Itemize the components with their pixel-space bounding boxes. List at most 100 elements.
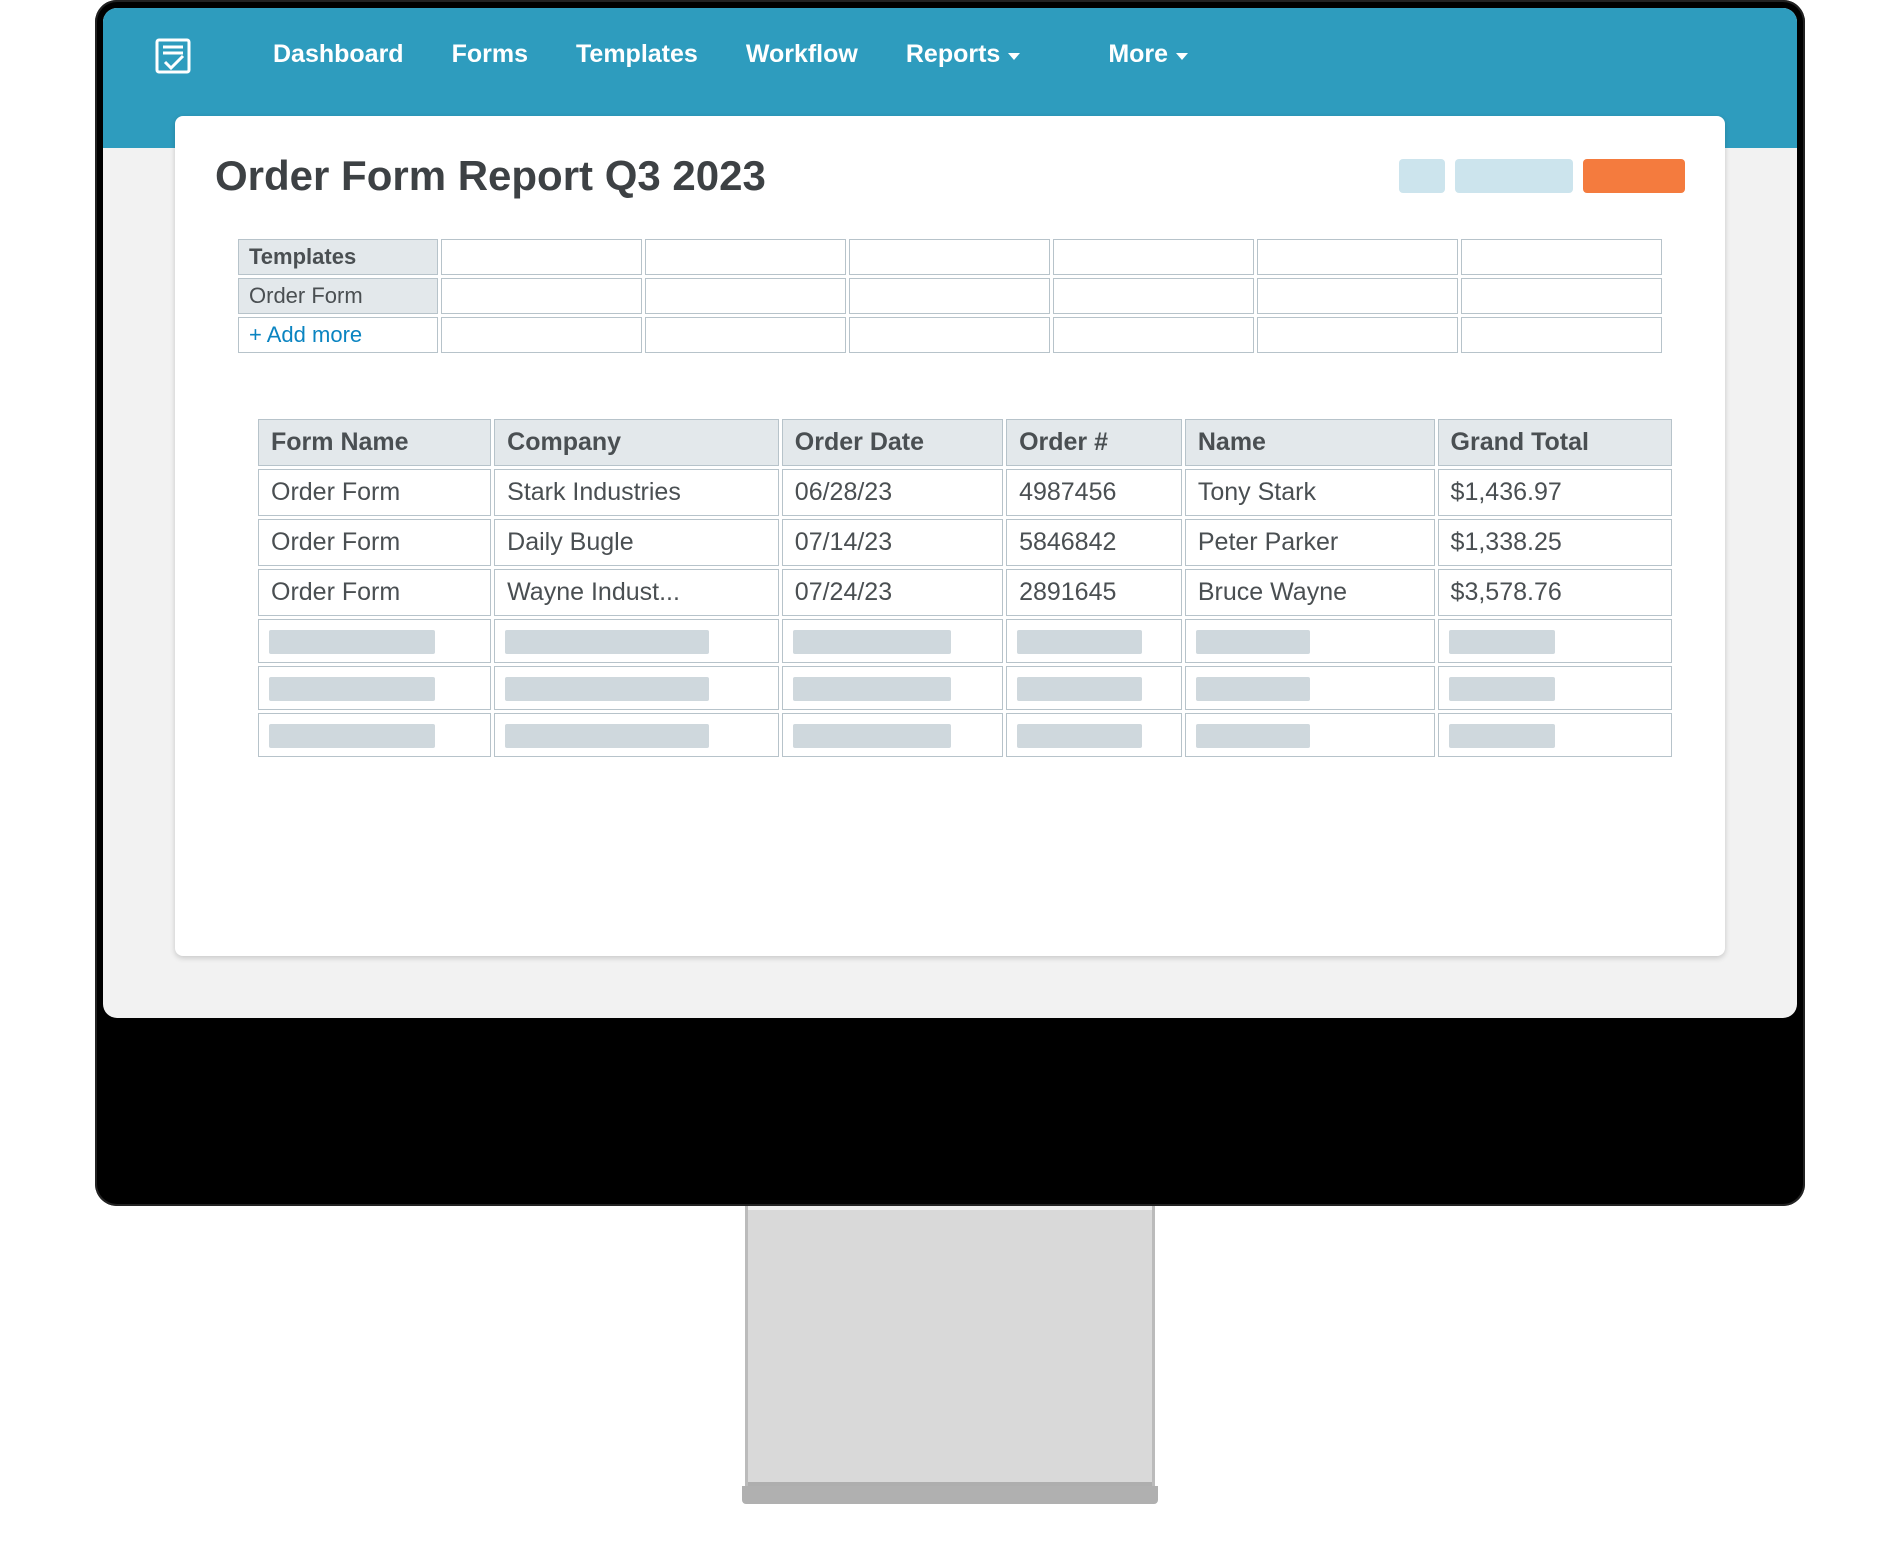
cell-order: 4987456 (1006, 469, 1182, 516)
table-row-placeholder (258, 619, 1672, 663)
table-row[interactable]: Order Form Daily Bugle 07/14/23 5846842 … (258, 519, 1672, 566)
nav-label: More (1108, 40, 1168, 69)
screen: Dashboard Forms Templates Workflow Repor… (103, 8, 1797, 1018)
col-company[interactable]: Company (494, 419, 779, 466)
placeholder-cell (258, 666, 491, 710)
templates-row: Order Form (238, 278, 1662, 314)
empty-cell (441, 239, 642, 275)
cell-date: 07/14/23 (782, 519, 1003, 566)
placeholder-cell (1185, 619, 1435, 663)
col-form-name[interactable]: Form Name (258, 419, 491, 466)
add-more-link[interactable]: + Add more (238, 317, 438, 353)
cell-total: $1,338.25 (1438, 519, 1672, 566)
template-name-cell[interactable]: Order Form (238, 278, 438, 314)
empty-cell (645, 278, 846, 314)
nav-label: Templates (576, 40, 698, 69)
col-grand-total[interactable]: Grand Total (1438, 419, 1672, 466)
placeholder-cell (782, 666, 1003, 710)
empty-cell (849, 278, 1050, 314)
empty-cell (1461, 278, 1662, 314)
cell-total: $1,436.97 (1438, 469, 1672, 516)
cell-form: Order Form (258, 519, 491, 566)
placeholder-cell (1006, 619, 1182, 663)
table-row[interactable]: Order Form Wayne Indust... 07/24/23 2891… (258, 569, 1672, 616)
placeholder-cell (258, 619, 491, 663)
cell-name: Peter Parker (1185, 519, 1435, 566)
cell-form: Order Form (258, 569, 491, 616)
empty-cell (1257, 317, 1458, 353)
col-order-date[interactable]: Order Date (782, 419, 1003, 466)
nav-templates[interactable]: Templates (576, 40, 698, 69)
placeholder-cell (782, 619, 1003, 663)
nav-dashboard[interactable]: Dashboard (273, 40, 404, 69)
chevron-down-icon (1176, 53, 1188, 60)
templates-selector-table: Templates Order Form (235, 236, 1665, 356)
chevron-down-icon (1008, 53, 1020, 60)
nav-forms[interactable]: Forms (452, 40, 528, 69)
empty-cell (441, 278, 642, 314)
header-actions (1399, 159, 1685, 193)
nav-label: Workflow (746, 40, 858, 69)
templates-addmore-row: + Add more (238, 317, 1662, 353)
bezel-bottom (103, 1018, 1797, 1198)
report-data-table: Form Name Company Order Date Order # Nam… (255, 416, 1675, 760)
empty-cell (645, 239, 846, 275)
cell-order: 5846842 (1006, 519, 1182, 566)
placeholder-cell (1006, 713, 1182, 757)
cell-name: Bruce Wayne (1185, 569, 1435, 616)
cell-order: 2891645 (1006, 569, 1182, 616)
nav-more[interactable]: More (1108, 40, 1188, 69)
cell-form: Order Form (258, 469, 491, 516)
empty-cell (849, 317, 1050, 353)
cell-date: 07/24/23 (782, 569, 1003, 616)
placeholder-cell (1185, 666, 1435, 710)
nav-label: Reports (906, 40, 1000, 69)
header-button-primary[interactable] (1583, 159, 1685, 193)
header-button-small[interactable] (1399, 159, 1445, 193)
placeholder-cell (494, 619, 779, 663)
table-row-placeholder (258, 666, 1672, 710)
card-header: Order Form Report Q3 2023 (215, 152, 1685, 200)
cell-name: Tony Stark (1185, 469, 1435, 516)
table-row[interactable]: Order Form Stark Industries 06/28/23 498… (258, 469, 1672, 516)
empty-cell (645, 317, 846, 353)
cell-company: Daily Bugle (494, 519, 779, 566)
table-row-placeholder (258, 713, 1672, 757)
placeholder-cell (782, 713, 1003, 757)
monitor-stand-neck (745, 1206, 1155, 1486)
monitor-stand-base (742, 1486, 1158, 1504)
empty-cell (1257, 278, 1458, 314)
placeholder-cell (494, 713, 779, 757)
placeholder-cell (494, 666, 779, 710)
app-logo-icon (153, 36, 193, 76)
col-name[interactable]: Name (1185, 419, 1435, 466)
cell-total: $3,578.76 (1438, 569, 1672, 616)
empty-cell (1461, 317, 1662, 353)
report-card: Order Form Report Q3 2023 Templates (175, 116, 1725, 956)
empty-cell (1257, 239, 1458, 275)
empty-cell (1461, 239, 1662, 275)
cell-company: Stark Industries (494, 469, 779, 516)
placeholder-cell (1438, 619, 1672, 663)
nav-reports[interactable]: Reports (906, 40, 1020, 69)
col-order-number[interactable]: Order # (1006, 419, 1182, 466)
cell-company: Wayne Indust... (494, 569, 779, 616)
page-title: Order Form Report Q3 2023 (215, 152, 1399, 200)
cell-date: 06/28/23 (782, 469, 1003, 516)
table-header-row: Form Name Company Order Date Order # Nam… (258, 419, 1672, 466)
empty-cell (441, 317, 642, 353)
placeholder-cell (1438, 666, 1672, 710)
header-button-wide[interactable] (1455, 159, 1573, 193)
templates-header-row: Templates (238, 239, 1662, 275)
empty-cell (1053, 317, 1254, 353)
placeholder-cell (258, 713, 491, 757)
empty-cell (1053, 278, 1254, 314)
empty-cell (1053, 239, 1254, 275)
empty-cell (849, 239, 1050, 275)
templates-header-cell: Templates (238, 239, 438, 275)
placeholder-cell (1006, 666, 1182, 710)
placeholder-cell (1185, 713, 1435, 757)
nav-workflow[interactable]: Workflow (746, 40, 858, 69)
nav-label: Forms (452, 40, 528, 69)
monitor-bezel: Dashboard Forms Templates Workflow Repor… (95, 0, 1805, 1206)
